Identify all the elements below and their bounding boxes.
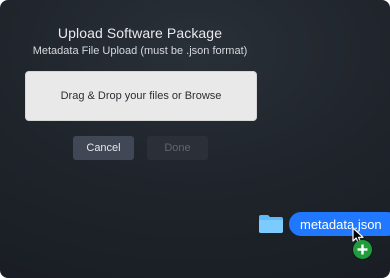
dropzone-label: Drag & Drop your files or Browse (60, 90, 222, 102)
copy-plus-badge (353, 240, 372, 259)
plus-icon (357, 244, 368, 255)
file-dropzone[interactable]: Drag & Drop your files or Browse (25, 71, 257, 121)
done-button[interactable]: Done (147, 136, 208, 160)
folder-icon (259, 215, 283, 233)
dialog-title: Upload Software Package (57, 25, 223, 41)
cancel-button[interactable]: Cancel (73, 136, 134, 160)
dragged-file-pill: metadata.json (289, 212, 390, 236)
dialog-subtitle: Metadata File Upload (must be .json form… (32, 45, 248, 57)
dragged-file-name: metadata.json (300, 216, 382, 232)
upload-dialog: Upload Software Package Metadata File Up… (0, 0, 390, 278)
